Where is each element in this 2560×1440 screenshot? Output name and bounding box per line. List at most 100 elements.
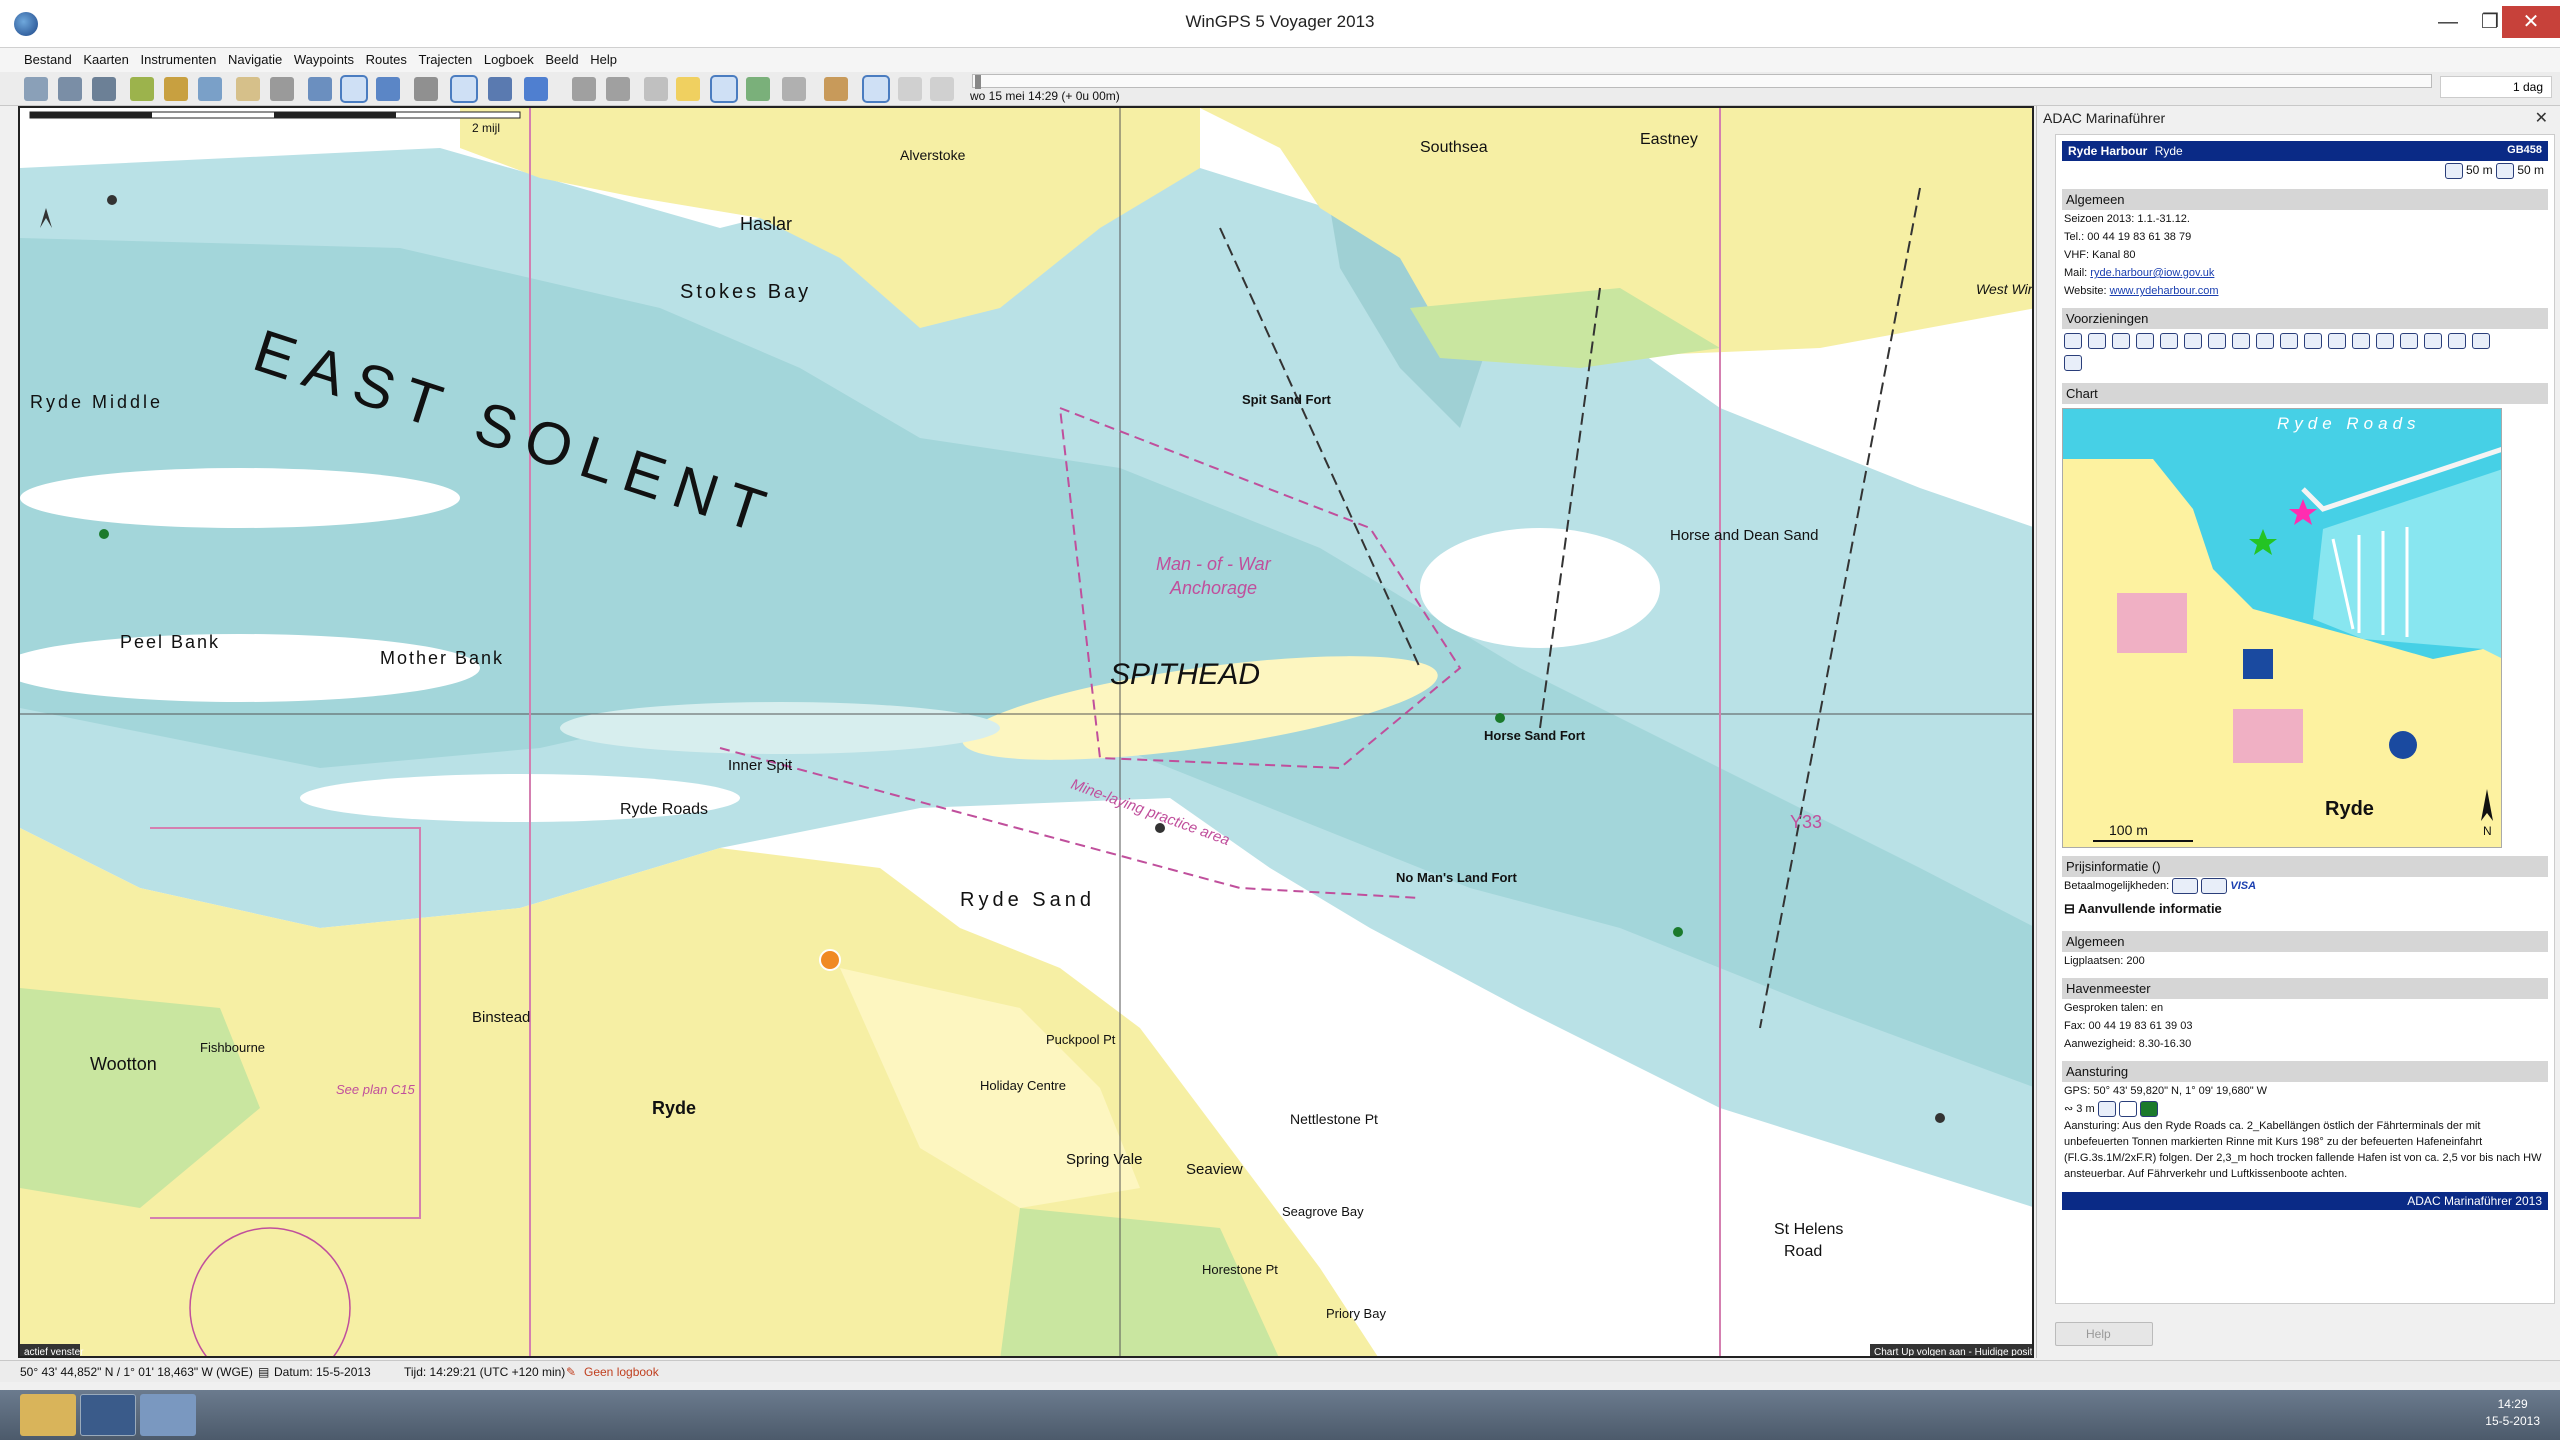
menu-waypoints[interactable]: Waypoints: [290, 48, 358, 67]
water-icon: [2136, 333, 2154, 349]
tide-curve-icon: [2097, 1101, 2116, 1118]
section-chart: Chart: [2062, 383, 2548, 404]
menu-routes[interactable]: Routes: [362, 48, 411, 67]
print-icon[interactable]: [92, 77, 116, 101]
horse-sand-fort-label: Horse Sand Fort: [1484, 728, 1586, 743]
lights-icon: [2118, 1101, 2137, 1118]
restaurant-icon: [2352, 333, 2370, 349]
light-off-icon[interactable]: [644, 77, 668, 101]
rotate-icon[interactable]: [414, 77, 438, 101]
chart-view-icon[interactable]: [376, 77, 400, 101]
light-on-icon[interactable]: [676, 77, 700, 101]
measure-icon[interactable]: [710, 75, 738, 103]
slipway-icon: [2088, 333, 2106, 349]
menu-bar: Bestand Kaarten Instrumenten Navigatie W…: [0, 48, 2560, 72]
menu-logboek[interactable]: Logboek: [480, 48, 538, 67]
wingps-taskbar-icon[interactable]: [80, 1394, 136, 1436]
minimize-button[interactable]: —: [2428, 6, 2468, 38]
spithead-label: SPITHEAD: [1110, 658, 1260, 691]
chart-canvas[interactable]: 2 mijl EAST SOLENT SPITHEAD Ryde Sand Ry…: [20, 108, 2034, 1358]
marina-marker-icon[interactable]: [819, 949, 841, 971]
status-time: Tijd: 14:29:21 (UTC +120 min): [404, 1365, 566, 1379]
nettlestone-pt-label: Nettlestone Pt: [1290, 1111, 1378, 1127]
time-slider-track[interactable]: [972, 74, 2432, 89]
inner-spit-label: Inner Spit: [728, 757, 793, 774]
crane-icon: [2064, 333, 2082, 349]
status-logbook[interactable]: Geen logbook: [584, 1365, 659, 1379]
fishbourne-label: Fishbourne: [200, 1040, 265, 1055]
mastercard-icon: [2201, 878, 2228, 895]
depth-icon: ∾: [2064, 1103, 2074, 1115]
section-prijsinfo: Prijsinformatie (): [2062, 856, 2548, 877]
interval-select[interactable]: 1 dag: [2440, 76, 2552, 98]
time-forward-icon[interactable]: [898, 77, 922, 101]
zoom-in-icon[interactable]: [572, 77, 596, 101]
help-button[interactable]: Help: [2055, 1322, 2153, 1346]
clock-icon[interactable]: [862, 75, 890, 103]
help-icon[interactable]: [488, 77, 512, 101]
aanwezigheid: Aanwezigheid: 8.30-16.30: [2064, 1038, 2192, 1050]
fuel-station-icon: [2112, 333, 2130, 349]
harbour-header: Ryde Harbour Ryde GB458: [2062, 141, 2548, 161]
panel-close-icon[interactable]: ✕: [2535, 108, 2548, 128]
horestone-pt-label: Horestone Pt: [1202, 1262, 1278, 1277]
haslar-label: Haslar: [740, 214, 792, 234]
mail-link[interactable]: ryde.harbour@iow.gov.uk: [2090, 267, 2214, 279]
ligplaatsen: Ligplaatsen: 200: [2064, 955, 2145, 967]
mother-bank-label: Mother Bank: [380, 648, 504, 668]
time-reset-icon[interactable]: [930, 77, 954, 101]
track-icon[interactable]: [198, 77, 222, 101]
pan-icon[interactable]: [524, 77, 548, 101]
aanvullend-label: Aanvullende informatie: [2078, 901, 2222, 916]
menu-instrumenten[interactable]: Instrumenten: [137, 48, 221, 67]
priory-bay-label: Priory Bay: [1326, 1306, 1386, 1321]
menu-help[interactable]: Help: [586, 48, 621, 67]
eraser-icon[interactable]: [270, 77, 294, 101]
time-slider-handle[interactable]: [975, 75, 981, 89]
menu-beeld[interactable]: Beeld: [541, 48, 582, 67]
route-icon[interactable]: [164, 77, 188, 101]
taskbar-clock[interactable]: 14:29 15-5-2013: [2485, 1396, 2540, 1430]
menu-navigatie[interactable]: Navigatie: [224, 48, 286, 67]
marina-icon[interactable]: [824, 77, 848, 101]
explorer-taskbar-icon[interactable]: [20, 1394, 76, 1436]
scale-bar-segment: [30, 112, 152, 118]
select-tool-icon[interactable]: [340, 75, 368, 103]
st-helens-road-label: Road: [1784, 1243, 1822, 1260]
aanvullend-heading[interactable]: ⊟ Aanvullende informatie: [2062, 895, 2548, 923]
instruments-icon[interactable]: [24, 77, 48, 101]
swimming-icon: [2424, 333, 2442, 349]
chart-import-icon[interactable]: [58, 77, 82, 101]
window-title: WinGPS 5 Voyager 2013: [1185, 12, 1375, 31]
harbour-code: GB458: [2507, 144, 2542, 156]
shop-icon: [2328, 333, 2346, 349]
plan-harbour-office-icon: [2389, 731, 2417, 759]
menu-kaarten[interactable]: Kaarten: [79, 48, 133, 67]
close-button[interactable]: ✕: [2502, 6, 2560, 38]
approach-text: Aansturing: Aus den Ryde Roads ca. 2_Kab…: [2064, 1120, 2542, 1180]
depth-1: 50 m: [2465, 163, 2493, 178]
harbour-plan: Ryde Roads Ryde 100 m N: [2062, 408, 2502, 848]
facilities-icons: [2062, 329, 2502, 375]
gas-icon: [2280, 333, 2298, 349]
nautical-chart[interactable]: 2 mijl EAST SOLENT SPITHEAD Ryde Sand Ry…: [18, 106, 2034, 1358]
time-slider[interactable]: wo 15 mei 14:29 (+ 0u 00m): [966, 74, 2436, 104]
menu-bestand[interactable]: Bestand: [20, 48, 76, 67]
tide-icon[interactable]: [746, 77, 770, 101]
harbour-depth-row: 50 m 50 m: [2062, 161, 2548, 181]
zoom-out-icon[interactable]: [606, 77, 630, 101]
globe-icon[interactable]: [308, 77, 332, 101]
menu-trajecten[interactable]: Trajecten: [415, 48, 477, 67]
fuel-icon[interactable]: [236, 77, 260, 101]
buoy-horse-elbow-icon: [1673, 927, 1683, 937]
browser-taskbar-icon[interactable]: [140, 1394, 196, 1436]
telephone: Tel.: 00 44 19 83 61 38 79: [2064, 231, 2192, 243]
panel-body[interactable]: Ryde Harbour Ryde GB458 50 m 50 m Algeme…: [2055, 134, 2555, 1304]
layers-icon[interactable]: [782, 77, 806, 101]
time-label: wo 15 mei 14:29 (+ 0u 00m): [970, 89, 1120, 103]
visa-icon: VISA: [2230, 880, 2257, 892]
chart-up-icon[interactable]: [450, 75, 478, 103]
waypoint-icon[interactable]: [130, 77, 154, 101]
website-link[interactable]: www.rydeharbour.com: [2110, 285, 2219, 297]
southsea-label: Southsea: [1420, 139, 1488, 156]
